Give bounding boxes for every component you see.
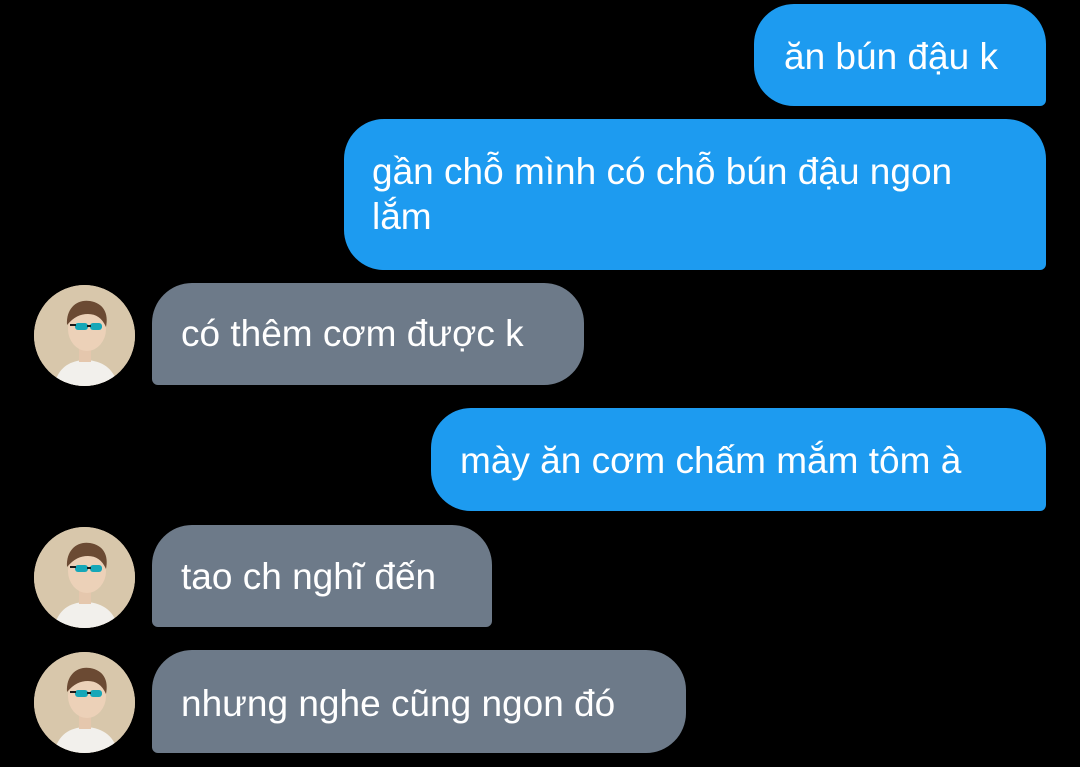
message-text: ăn bún đậu k	[784, 36, 998, 77]
sent-message-bubble[interactable]: mày ăn cơm chấm mắm tôm à	[431, 408, 1046, 511]
message-text: có thêm cơm được k	[181, 313, 524, 354]
received-message-bubble[interactable]: có thêm cơm được k	[152, 283, 584, 385]
sent-message-bubble[interactable]: ăn bún đậu k	[754, 4, 1046, 106]
sent-message-bubble[interactable]: gần chỗ mình có chỗ bún đậu ngon lắm	[344, 119, 1046, 270]
message-text: nhưng nghe cũng ngon đó	[181, 683, 616, 724]
contact-avatar[interactable]	[34, 285, 135, 386]
message-text: mày ăn cơm chấm mắm tôm à	[460, 440, 962, 481]
contact-avatar[interactable]	[34, 527, 135, 628]
message-text: tao ch nghĩ đến	[181, 556, 437, 597]
contact-avatar[interactable]	[34, 652, 135, 753]
received-message-bubble[interactable]: nhưng nghe cũng ngon đó	[152, 650, 686, 753]
message-text: gần chỗ mình có chỗ bún đậu ngon lắm	[372, 151, 953, 237]
received-message-bubble[interactable]: tao ch nghĩ đến	[152, 525, 492, 627]
